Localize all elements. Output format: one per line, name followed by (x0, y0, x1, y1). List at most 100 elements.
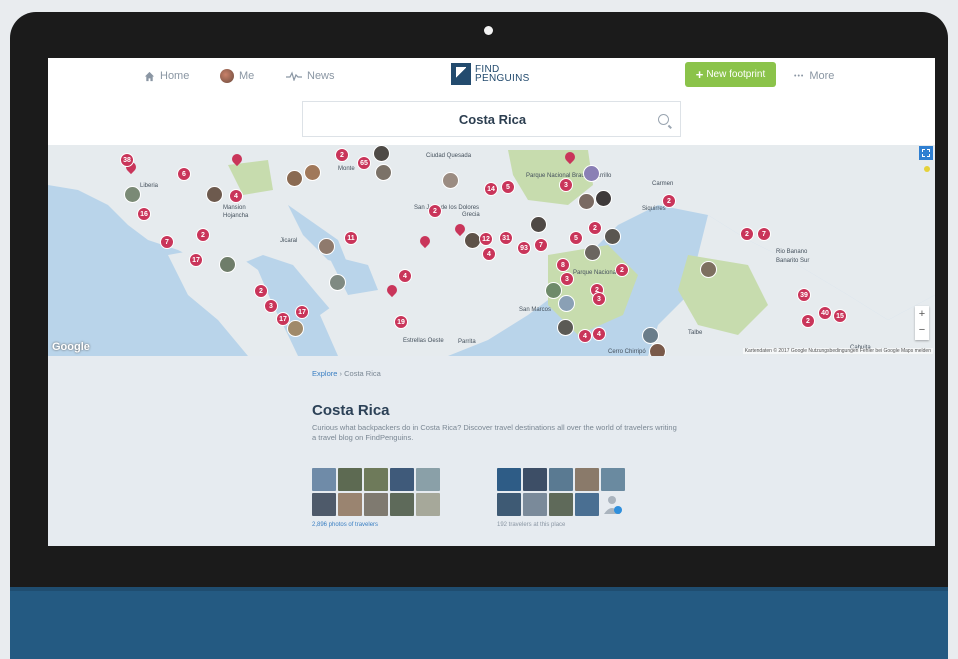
photo-marker[interactable] (584, 244, 601, 261)
cluster-marker[interactable]: 4 (578, 329, 592, 343)
traveler-avatar[interactable] (523, 468, 547, 491)
photo-marker[interactable] (373, 145, 390, 162)
photos-count-link[interactable]: 2,896 photos of travelers (312, 522, 378, 528)
photo-marker[interactable] (649, 343, 666, 356)
cluster-marker[interactable]: 5 (501, 180, 515, 194)
cluster-marker[interactable]: 4 (229, 189, 243, 203)
cluster-marker[interactable]: 4 (482, 247, 496, 261)
traveler-avatar[interactable] (497, 468, 521, 491)
cluster-marker[interactable]: 17 (189, 253, 203, 267)
photo-marker[interactable] (557, 319, 574, 336)
cluster-marker[interactable]: 65 (357, 156, 371, 170)
zoom-out-button[interactable]: − (915, 322, 929, 338)
photo-marker[interactable] (530, 216, 547, 233)
photo-thumbnail[interactable] (312, 468, 336, 491)
cluster-marker[interactable]: 38 (120, 153, 134, 167)
search-icon[interactable] (658, 114, 669, 125)
cluster-marker[interactable]: 2 (615, 263, 629, 277)
cluster-marker[interactable]: 4 (592, 327, 606, 341)
photo-thumbnail[interactable] (416, 468, 440, 491)
map-attribution[interactable]: Kartendaten © 2017 Google Nutzungsbeding… (742, 348, 933, 354)
photo-marker[interactable] (604, 228, 621, 245)
photo-marker[interactable] (442, 172, 459, 189)
photo-marker[interactable] (318, 238, 335, 255)
user-placeholder-icon[interactable] (601, 493, 623, 515)
cluster-marker[interactable]: 15 (833, 309, 847, 323)
photo-marker[interactable] (287, 320, 304, 337)
cluster-marker[interactable]: 7 (160, 235, 174, 249)
new-footprint-button[interactable]: + New footprint (685, 62, 776, 87)
map-view[interactable]: Ciudad Quesada Parque Nacional Braulio C… (48, 145, 935, 356)
cluster-marker[interactable]: 2 (740, 227, 754, 241)
traveler-avatar[interactable] (497, 493, 521, 516)
nav-more[interactable]: ••• More (794, 68, 834, 84)
photo-marker[interactable] (583, 165, 600, 182)
traveler-avatar[interactable] (575, 468, 599, 491)
nav-me[interactable]: Me (220, 68, 254, 84)
photo-marker[interactable] (206, 186, 223, 203)
cluster-marker[interactable]: 2 (428, 204, 442, 218)
breadcrumb-explore-link[interactable]: Explore (312, 369, 337, 378)
photo-marker[interactable] (595, 190, 612, 207)
findpenguins-logo[interactable]: FIND PENGUINS (451, 63, 530, 85)
cluster-marker[interactable]: 2 (662, 194, 676, 208)
pegman-icon[interactable] (924, 166, 930, 172)
cluster-marker[interactable]: 6 (177, 167, 191, 181)
photo-thumbnail[interactable] (364, 468, 388, 491)
search-box[interactable]: Costa Rica (302, 101, 681, 137)
photo-marker[interactable] (558, 295, 575, 312)
cluster-marker[interactable]: 2 (196, 228, 210, 242)
cluster-marker[interactable]: 31 (499, 231, 513, 245)
cluster-marker[interactable]: 11 (344, 231, 358, 245)
photo-marker[interactable] (329, 274, 346, 291)
nav-news[interactable]: News (286, 68, 335, 84)
cluster-marker[interactable]: 2 (335, 148, 349, 162)
photo-thumbnail[interactable] (390, 493, 414, 516)
cluster-marker[interactable]: 4 (398, 269, 412, 283)
cluster-marker[interactable]: 93 (517, 241, 531, 255)
cluster-marker[interactable]: 17 (276, 312, 290, 326)
fullscreen-icon[interactable] (919, 146, 933, 160)
photo-thumbnail[interactable] (312, 493, 336, 516)
photo-marker[interactable] (286, 170, 303, 187)
traveler-avatar[interactable] (523, 493, 547, 516)
photo-marker[interactable] (700, 261, 717, 278)
cluster-marker[interactable]: 2 (254, 284, 268, 298)
photo-marker[interactable] (578, 193, 595, 210)
photo-marker[interactable] (642, 327, 659, 344)
search-input[interactable]: Costa Rica (303, 102, 682, 138)
cluster-marker[interactable]: 3 (560, 272, 574, 286)
zoom-in-button[interactable]: + (915, 306, 929, 322)
cluster-marker[interactable]: 14 (484, 182, 498, 196)
photo-thumbnail[interactable] (338, 493, 362, 516)
traveler-avatar[interactable] (549, 468, 573, 491)
photo-thumbnail[interactable] (338, 468, 362, 491)
traveler-avatar[interactable] (601, 468, 625, 491)
cluster-marker[interactable]: 19 (394, 315, 408, 329)
photo-marker[interactable] (545, 282, 562, 299)
cluster-marker[interactable]: 16 (137, 207, 151, 221)
cluster-marker[interactable]: 3 (264, 299, 278, 313)
cluster-marker[interactable]: 3 (592, 292, 606, 306)
photo-marker[interactable] (304, 164, 321, 181)
cluster-marker[interactable]: 3 (559, 178, 573, 192)
nav-home[interactable]: Home (144, 68, 189, 84)
photo-marker[interactable] (124, 186, 141, 203)
cluster-marker[interactable]: 40 (818, 306, 832, 320)
cluster-marker[interactable]: 2 (588, 221, 602, 235)
cluster-marker[interactable]: 39 (797, 288, 811, 302)
photo-thumbnail[interactable] (364, 493, 388, 516)
cluster-marker[interactable]: 12 (479, 232, 493, 246)
cluster-marker[interactable]: 2 (801, 314, 815, 328)
cluster-marker[interactable]: 5 (569, 231, 583, 245)
cluster-marker[interactable]: 8 (556, 258, 570, 272)
traveler-avatar[interactable] (549, 493, 573, 516)
photo-marker[interactable] (219, 256, 236, 273)
cluster-marker[interactable]: 17 (295, 305, 309, 319)
cluster-marker[interactable]: 7 (534, 238, 548, 252)
cluster-marker[interactable]: 7 (757, 227, 771, 241)
photo-thumbnail[interactable] (390, 468, 414, 491)
photo-thumbnail[interactable] (416, 493, 440, 516)
traveler-avatar[interactable] (575, 493, 599, 516)
photo-marker[interactable] (375, 164, 392, 181)
